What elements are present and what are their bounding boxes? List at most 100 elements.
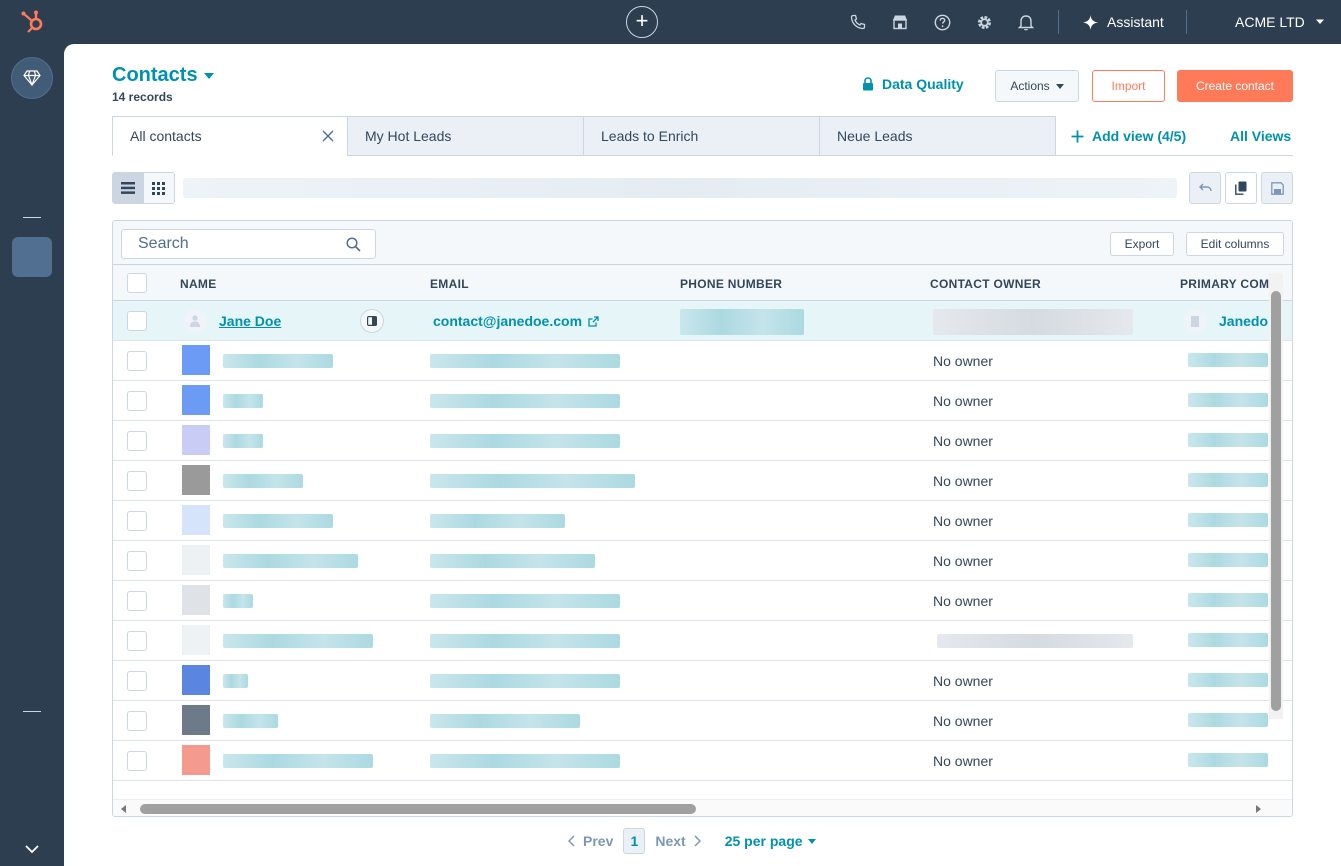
table-row[interactable]: No owner [113,461,1292,501]
company-avatar-icon [1183,309,1207,333]
hubspot-logo-icon[interactable] [20,9,46,35]
contact-name-link[interactable]: Jane Doe [219,313,281,329]
nav-item-active[interactable] [12,237,52,277]
all-views-link[interactable]: All Views [1230,128,1291,144]
board-view-button[interactable] [143,173,174,203]
help-icon[interactable] [932,12,952,32]
column-header-phone[interactable]: PHONE NUMBER [680,277,782,291]
save-view-button[interactable] [1261,172,1293,204]
chevron-left-icon [568,835,575,847]
redacted-owner [937,634,1133,648]
record-count: 14 records [112,90,173,104]
list-view-icon [121,182,136,194]
row-checkbox[interactable] [127,551,147,571]
table-row[interactable]: No owner [113,701,1292,741]
row-checkbox[interactable] [127,471,147,491]
redacted-name [223,594,253,608]
edit-columns-button[interactable]: Edit columns [1186,232,1284,256]
avatar [182,425,210,455]
search-input[interactable] [122,230,332,258]
row-checkbox[interactable] [127,431,147,451]
add-view-label: Add view (4/5) [1092,128,1187,144]
redacted-name [223,514,333,528]
tab-label: Neue Leads [837,128,913,144]
redacted-email [430,754,620,768]
row-checkbox[interactable] [127,591,147,611]
table-view-button[interactable] [113,173,144,203]
left-sidebar [0,44,64,866]
contact-owner: No owner [933,433,993,449]
account-menu[interactable]: ACME LTD [1235,12,1325,32]
select-all-checkbox[interactable] [127,273,147,293]
row-checkbox[interactable] [127,311,147,331]
main-content: Contacts 14 records Data Quality Actions… [64,44,1341,866]
quick-create-button[interactable]: + [626,6,658,38]
filter-bar-placeholder[interactable] [183,178,1177,198]
table-row[interactable]: No owner [113,501,1292,541]
row-checkbox[interactable] [127,631,147,651]
search-icon[interactable] [346,237,361,252]
data-quality-link[interactable]: Data Quality [862,76,964,92]
row-checkbox[interactable] [127,711,147,731]
page-title-text: Contacts [112,64,198,86]
table-row[interactable]: No owner [113,341,1292,381]
per-page-dropdown[interactable]: 25 per page [725,833,816,849]
current-page[interactable]: 1 [623,828,646,854]
table-row[interactable]: No owner [113,421,1292,461]
column-header-company[interactable]: PRIMARY COMPANY [1180,277,1270,291]
tab-neue-leads[interactable]: Neue Leads [819,116,1056,156]
scroll-left-arrow-icon[interactable] [119,804,129,814]
column-header-email[interactable]: EMAIL [430,277,469,291]
tab-leads-to-enrich[interactable]: Leads to Enrich [583,116,820,156]
settings-icon[interactable] [974,12,994,32]
row-checkbox[interactable] [127,351,147,371]
horizontal-scrollbar-thumb[interactable] [140,804,696,814]
nav-gem-button[interactable] [11,57,53,99]
preview-button[interactable] [360,309,384,333]
row-checkbox[interactable] [127,751,147,771]
redacted-email [430,394,620,408]
scroll-right-arrow-icon[interactable] [1253,804,1263,814]
plus-icon [1071,130,1084,142]
redacted-email [430,434,620,448]
close-icon[interactable] [321,129,335,143]
column-header-owner[interactable]: CONTACT OWNER [930,277,1041,291]
row-checkbox[interactable] [127,391,147,411]
expand-nav-chevron-icon[interactable] [23,840,41,858]
tab-all-contacts[interactable]: All contacts [112,116,348,156]
phone-icon[interactable] [848,12,868,32]
table-row[interactable]: No owner [113,381,1292,421]
topbar-divider [1058,10,1059,34]
vertical-scrollbar[interactable] [1269,273,1283,719]
undo-button[interactable] [1189,172,1221,204]
vertical-scrollbar-thumb[interactable] [1271,291,1281,711]
prev-page-button[interactable]: Prev [568,833,613,849]
table-row[interactable] [113,621,1292,661]
marketplace-icon[interactable] [890,12,910,32]
table-row[interactable]: No owner [113,541,1292,581]
redacted-email [430,474,635,488]
table-row[interactable]: No owner [113,661,1292,701]
contact-email-link[interactable]: contact@janedoe.com [433,313,599,329]
horizontal-scrollbar[interactable] [113,799,1292,816]
row-checkbox[interactable] [127,671,147,691]
tab-my-hot-leads[interactable]: My Hot Leads [347,116,584,156]
assistant-button[interactable]: Assistant [1082,12,1164,32]
export-button[interactable]: Export [1110,232,1174,256]
row-checkbox[interactable] [127,511,147,531]
redacted-company [1188,633,1268,647]
table-row[interactable]: No owner [113,581,1292,621]
create-contact-button[interactable]: Create contact [1177,70,1293,102]
import-button[interactable]: Import [1092,70,1165,102]
notifications-icon[interactable] [1016,12,1036,32]
table-row[interactable]: No owner [113,741,1292,781]
page-title[interactable]: Contacts [112,64,214,87]
add-view-button[interactable]: Add view (4/5) [1071,128,1186,144]
table-row[interactable]: Jane Doe contact@janedoe.com Janedo [113,301,1292,341]
column-header-name[interactable]: NAME [180,277,217,291]
contact-owner: No owner [933,673,993,689]
company-link[interactable]: Janedo [1219,313,1268,329]
next-page-button[interactable]: Next [655,833,701,849]
actions-dropdown-button[interactable]: Actions [995,70,1079,102]
duplicate-view-button[interactable] [1225,172,1257,204]
